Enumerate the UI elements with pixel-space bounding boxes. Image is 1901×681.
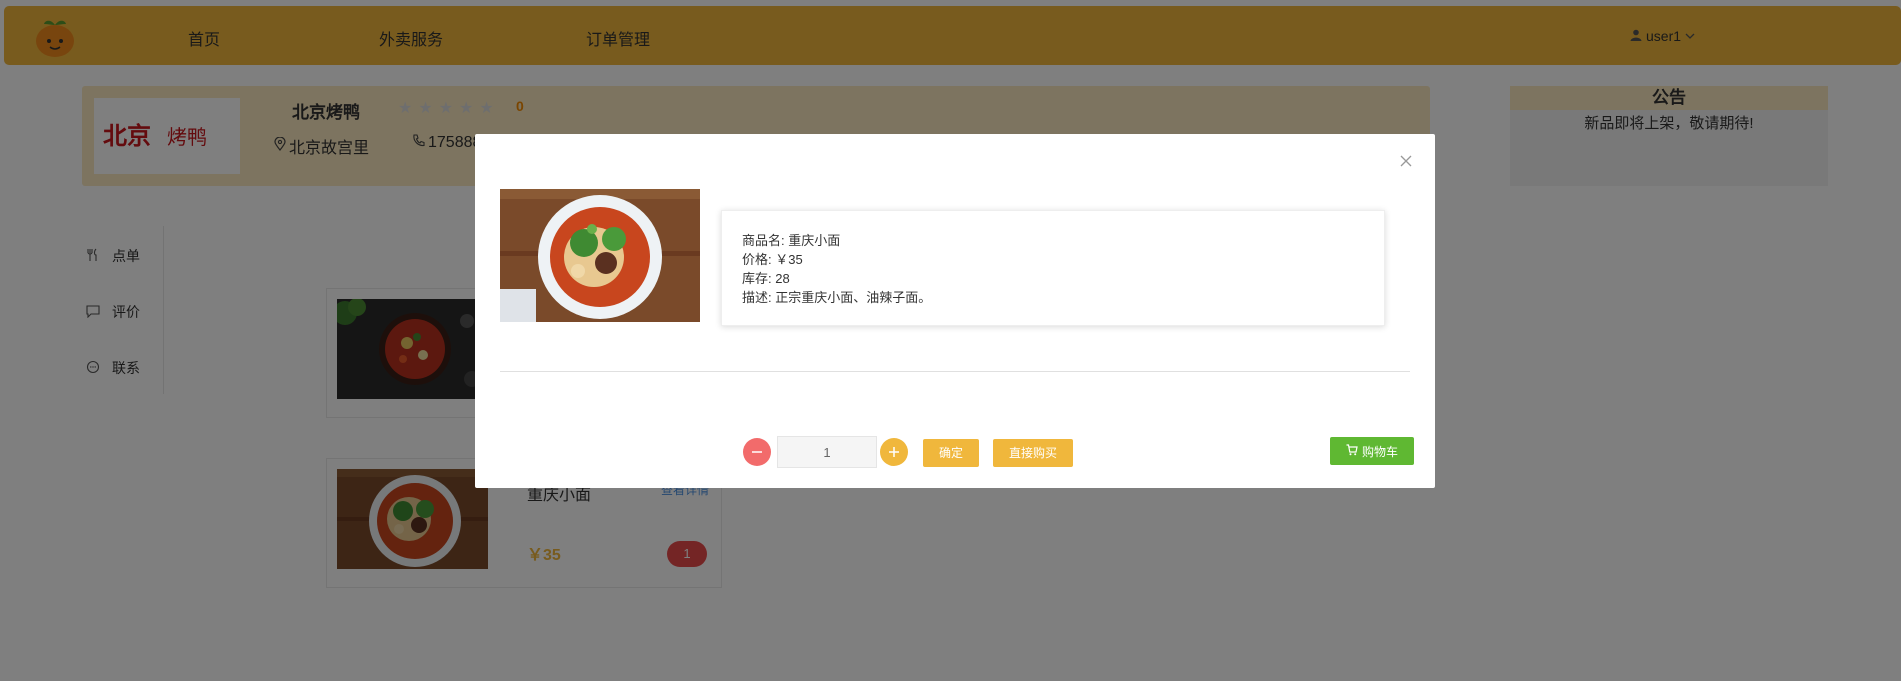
buy-now-button[interactable]: 直接购买 [993, 439, 1073, 467]
plus-icon [889, 447, 899, 457]
modal-product-image [500, 189, 700, 322]
info-price: 价格: ￥35 [742, 252, 803, 267]
cart-label: 购物车 [1361, 444, 1398, 459]
plus-button[interactable] [880, 438, 908, 466]
info-name: 商品名: 重庆小面 [742, 233, 841, 248]
quantity-input[interactable] [777, 436, 877, 468]
product-info-box: 商品名: 重庆小面 价格: ￥35 库存: 28 描述: 正宗重庆小面、油辣子面… [721, 210, 1385, 326]
divider [500, 371, 1410, 372]
minus-icon [752, 451, 762, 453]
info-description: 描述: 正宗重庆小面、油辣子面。 [742, 290, 932, 305]
confirm-button[interactable]: 确定 [923, 439, 979, 467]
product-modal: 商品名: 重庆小面 价格: ￥35 库存: 28 描述: 正宗重庆小面、油辣子面… [475, 134, 1435, 488]
close-icon[interactable] [1399, 152, 1413, 172]
info-stock: 库存: 28 [742, 271, 790, 286]
cart-icon [1346, 443, 1358, 459]
add-to-cart-button[interactable]: 购物车 [1330, 437, 1414, 465]
minus-button[interactable] [743, 438, 771, 466]
